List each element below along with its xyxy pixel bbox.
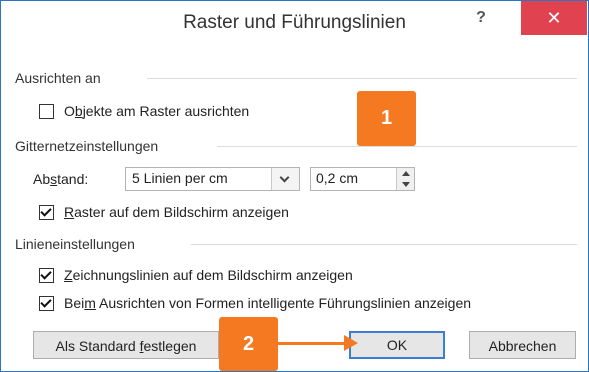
show-grid-checkbox[interactable]: [39, 204, 54, 220]
cancel-button[interactable]: Abbrechen: [469, 331, 576, 359]
show-grid-label: Raster auf dem Bildschirm anzeigen: [64, 204, 289, 220]
section-divider: [217, 146, 577, 147]
annotation-badge-2: 2: [219, 317, 278, 371]
set-default-button[interactable]: Als Standard festlegen: [33, 331, 219, 359]
snap-objects-label: Objekte am Raster ausrichten: [64, 103, 250, 119]
snap-objects-checkbox[interactable]: [39, 103, 54, 119]
spacing-spinner[interactable]: 0,2 cm: [310, 167, 415, 191]
spacing-dropdown-value: 5 Linien per cm: [132, 170, 228, 186]
section-grid-heading: Gitternetzeinstellungen: [15, 138, 159, 154]
chevron-down-icon[interactable]: [271, 168, 299, 190]
snap-objects-option[interactable]: Objekte am Raster ausrichten: [39, 101, 249, 121]
section-guides-heading: Linieneinstellungen: [15, 236, 135, 252]
spacing-label: Abstand:: [33, 171, 89, 187]
close-button[interactable]: ✕: [521, 1, 587, 35]
section-divider: [147, 78, 577, 79]
spin-down-icon[interactable]: [397, 179, 414, 190]
smart-guides-option[interactable]: Beim Ausrichten von Formen intelligente …: [39, 293, 471, 313]
ok-button[interactable]: OK: [349, 331, 445, 359]
dialog-window: Raster und Führungslinien ? ✕ Ausrichten…: [0, 0, 589, 372]
drawing-guides-option[interactable]: Zeichnungslinien auf dem Bildschirm anze…: [39, 265, 353, 285]
title-bar: Raster und Führungslinien ? ✕: [1, 1, 588, 45]
help-button[interactable]: ?: [461, 3, 501, 33]
spacing-spinner-value[interactable]: 0,2 cm: [316, 170, 358, 186]
arrow-right-icon: [344, 335, 358, 351]
smart-guides-checkbox[interactable]: [39, 295, 54, 311]
section-divider: [191, 244, 577, 245]
annotation-arrow-line: [278, 342, 346, 345]
annotation-badge-1: 1: [357, 91, 416, 146]
drawing-guides-label: Zeichnungslinien auf dem Bildschirm anze…: [64, 267, 353, 283]
section-snap-heading: Ausrichten an: [15, 70, 101, 86]
close-icon: ✕: [546, 8, 562, 28]
show-grid-option[interactable]: Raster auf dem Bildschirm anzeigen: [39, 202, 289, 222]
drawing-guides-checkbox[interactable]: [39, 267, 54, 283]
spacing-dropdown[interactable]: 5 Linien per cm: [125, 167, 300, 191]
smart-guides-label: Beim Ausrichten von Formen intelligente …: [64, 295, 472, 311]
